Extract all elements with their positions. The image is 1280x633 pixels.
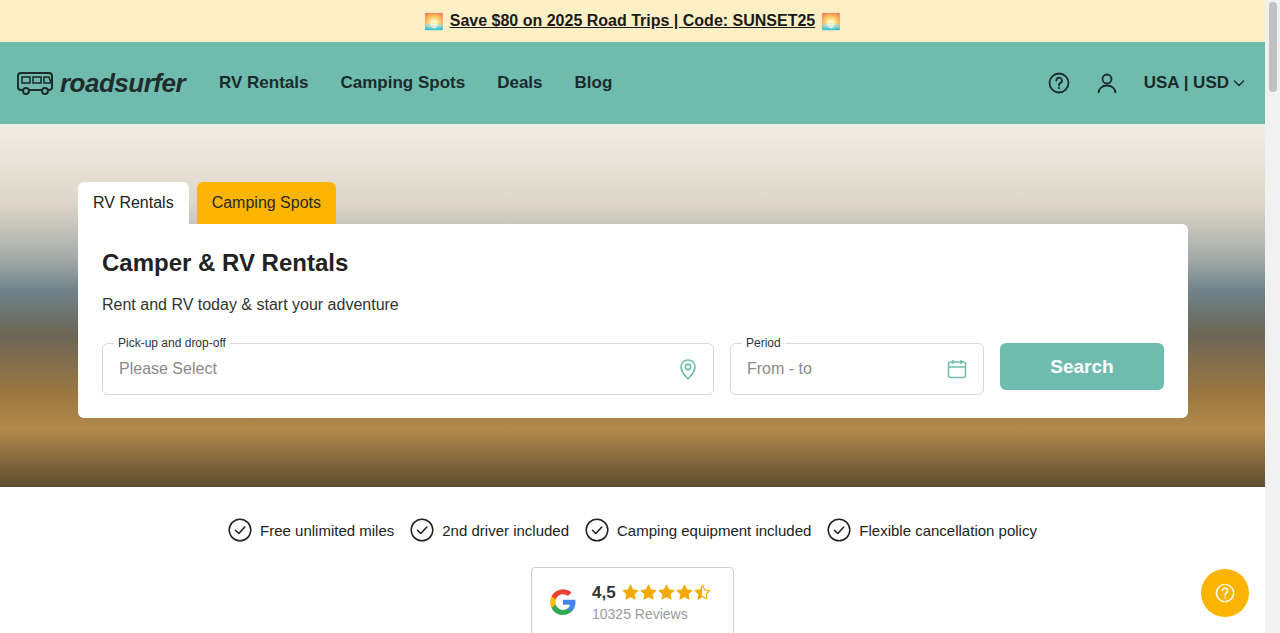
search-button[interactable]: Search: [1000, 343, 1164, 390]
rating-row: 4,5: [592, 583, 711, 603]
card-title: Camper & RV Rentals: [102, 247, 1164, 279]
search-tab[interactable]: RV Rentals: [78, 182, 189, 224]
rating-value: 4,5: [592, 583, 616, 603]
tab-label: RV Rentals: [93, 194, 174, 212]
pickup-field-label: Pick-up and drop-off: [114, 336, 230, 350]
feature-text: 2nd driver included: [442, 522, 569, 539]
nav-link[interactable]: Blog: [575, 73, 613, 93]
check-circle-icon: [228, 518, 252, 542]
promo-banner[interactable]: 🌅 Save $80 on 2025 Road Trips | Code: SUN…: [0, 0, 1265, 42]
location-pin-icon: [679, 358, 697, 380]
card-subtitle: Rent and RV today & start your adventure: [102, 294, 1164, 316]
sunset-icon: 🌅: [821, 12, 841, 31]
van-icon: [16, 69, 56, 97]
star-icon: [676, 584, 693, 601]
promo-text[interactable]: Save $80 on 2025 Road Trips | Code: SUNS…: [450, 12, 816, 30]
search-tab[interactable]: Camping Spots: [197, 182, 336, 224]
feature-text: Free unlimited miles: [260, 522, 394, 539]
search-card: Camper & RV Rentals Rent and RV today & s…: [78, 224, 1188, 418]
locale-selector[interactable]: USA | USD: [1144, 73, 1245, 93]
check-circle-icon: [827, 518, 851, 542]
google-logo-icon: [546, 585, 580, 619]
chevron-down-icon: [1233, 79, 1245, 87]
check-circle-icon: [585, 518, 609, 542]
star-icon: [622, 584, 639, 601]
review-count: 10325 Reviews: [592, 606, 711, 622]
pickup-field-input[interactable]: [119, 360, 671, 378]
feature-text: Camping equipment included: [617, 522, 811, 539]
search-tabs: RV Rentals Camping Spots: [78, 182, 1265, 224]
period-field-input[interactable]: [747, 360, 939, 378]
calendar-icon: [947, 359, 967, 379]
question-icon: [1215, 583, 1235, 603]
nav-link[interactable]: RV Rentals: [219, 73, 308, 93]
period-field-label: Period: [742, 336, 785, 350]
sunset-icon: 🌅: [424, 12, 444, 31]
feature-item: 2nd driver included: [410, 518, 569, 542]
period-field[interactable]: Period: [730, 343, 984, 395]
star-icon: [658, 584, 675, 601]
rating-info: 4,5 10325 Reviews: [592, 583, 711, 622]
feature-item: Flexible cancellation policy: [827, 518, 1037, 542]
tab-label: Camping Spots: [212, 194, 321, 212]
scrollbar[interactable]: [1265, 0, 1280, 633]
pickup-field[interactable]: Pick-up and drop-off: [102, 343, 714, 395]
star-icon: [640, 584, 657, 601]
scrollbar-thumb[interactable]: [1269, 2, 1277, 92]
feature-item: Free unlimited miles: [228, 518, 394, 542]
feature-item: Camping equipment included: [585, 518, 811, 542]
star-icon: [694, 584, 711, 601]
logo[interactable]: roadsurfer: [16, 68, 185, 99]
logo-text[interactable]: roadsurfer: [60, 68, 185, 99]
nav-links: RV Rentals Camping Spots Deals Blog: [219, 73, 1048, 93]
search-fields: Pick-up and drop-off Period Search: [102, 343, 1164, 395]
locale-text: USA | USD: [1144, 73, 1229, 93]
user-icon[interactable]: [1096, 72, 1118, 94]
top-nav: roadsurfer RV Rentals Camping Spots Deals Bl…: [0, 42, 1265, 124]
help-icon[interactable]: [1048, 72, 1070, 94]
help-button[interactable]: [1201, 569, 1249, 617]
nav-link[interactable]: Deals: [497, 73, 542, 93]
nav-link[interactable]: Camping Spots: [341, 73, 466, 93]
google-reviews[interactable]: 4,5 10325 Reviews: [531, 567, 734, 633]
check-circle-icon: [410, 518, 434, 542]
nav-actions: USA | USD: [1048, 72, 1245, 94]
feature-text: Flexible cancellation policy: [859, 522, 1037, 539]
hero: RV Rentals Camping Spots Camper & RV Renta…: [0, 124, 1265, 487]
star-rating: [622, 584, 711, 601]
reviews-section: 4,5 10325 Reviews: [0, 567, 1265, 633]
feature-list: Free unlimited miles 2nd driver included C…: [0, 487, 1265, 542]
